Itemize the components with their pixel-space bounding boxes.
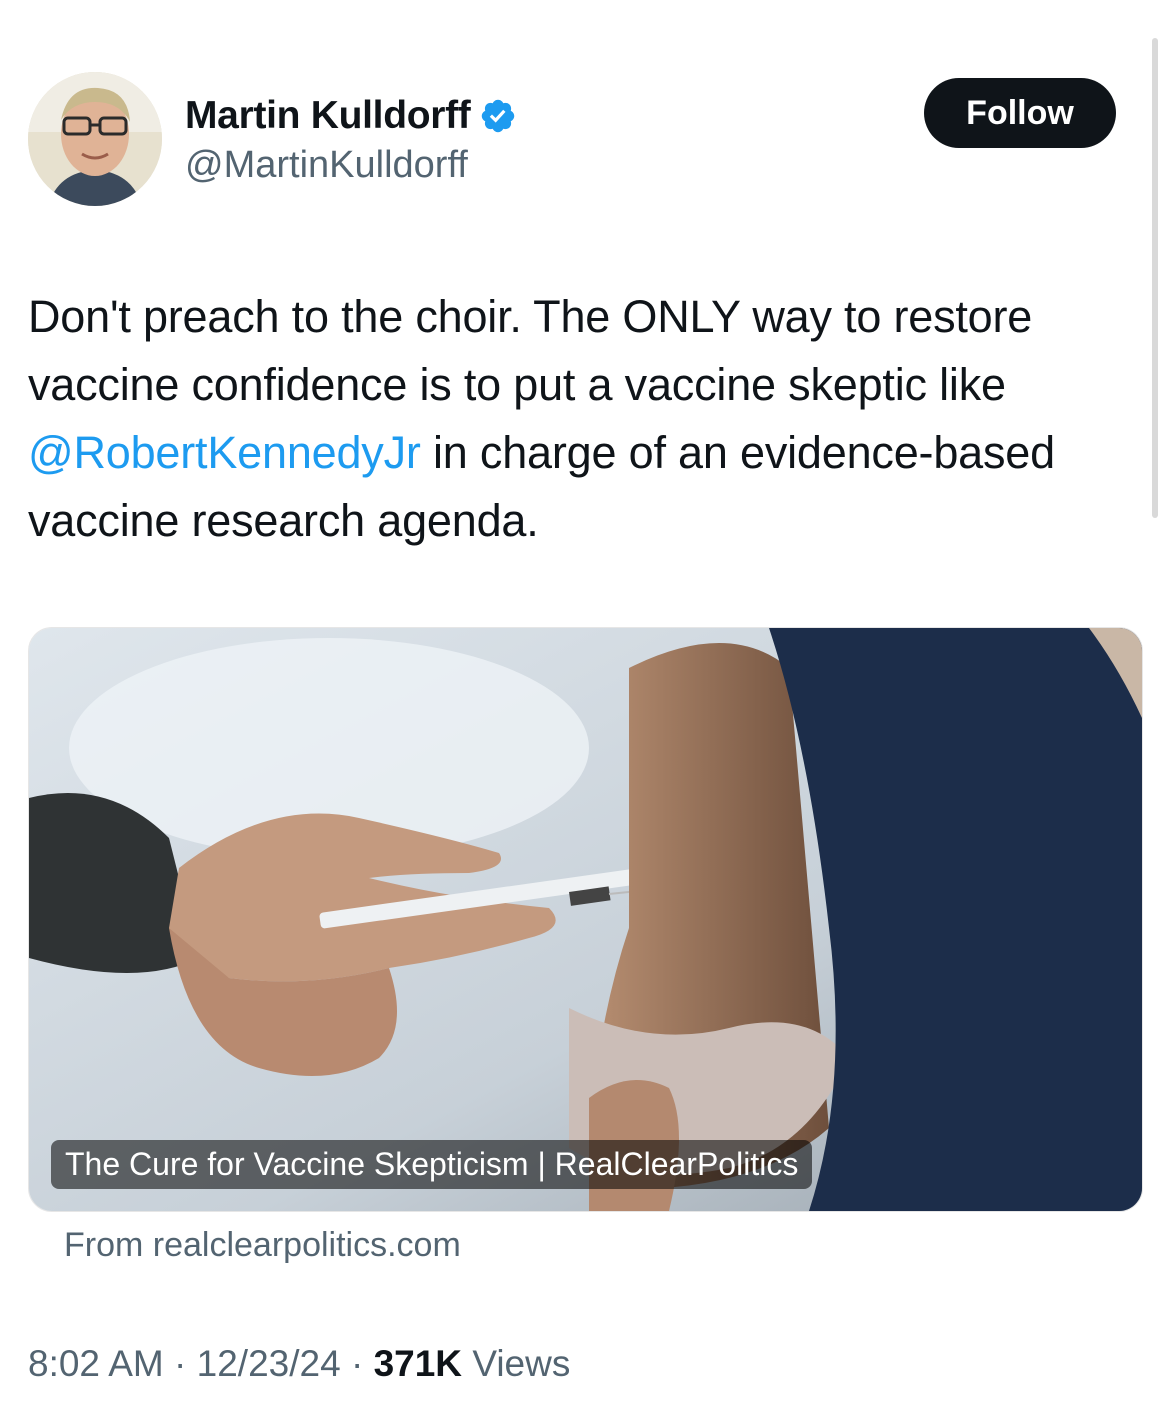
views-count[interactable]: 371K [374,1343,462,1384]
link-card[interactable]: The Cure for Vaccine Skepticism | RealCl… [28,627,1143,1212]
tweet-header: Martin Kulldorff @MartinKulldorff Follow [28,72,1120,212]
meta-separator: · [340,1343,374,1384]
tweet-text: Don't preach to the choir. The ONLY way … [28,283,1128,555]
display-name[interactable]: Martin Kulldorff [185,94,471,138]
scrollbar[interactable] [1152,38,1158,518]
card-image [29,628,1142,1211]
name-row: Martin Kulldorff [185,90,517,142]
card-title[interactable]: The Cure for Vaccine Skepticism | RealCl… [51,1140,813,1189]
tweet-text-part: Don't preach to the choir. The ONLY way … [28,291,1033,410]
tweet-date[interactable]: 12/23/24 [197,1343,341,1384]
tweet-time[interactable]: 8:02 AM [28,1343,164,1384]
views-label: Views [472,1343,571,1384]
author-block: Martin Kulldorff @MartinKulldorff [185,90,517,187]
follow-button[interactable]: Follow [924,78,1116,148]
tweet-meta: 8:02 AM · 12/23/24 · 371K Views [28,1343,570,1385]
avatar[interactable] [28,72,162,206]
user-handle[interactable]: @MartinKulldorff [185,144,517,187]
mention-link[interactable]: @RobertKennedyJr [28,427,421,478]
card-source[interactable]: From realclearpolitics.com [64,1226,461,1265]
meta-separator: · [163,1343,197,1384]
verified-badge-icon[interactable] [479,97,517,135]
